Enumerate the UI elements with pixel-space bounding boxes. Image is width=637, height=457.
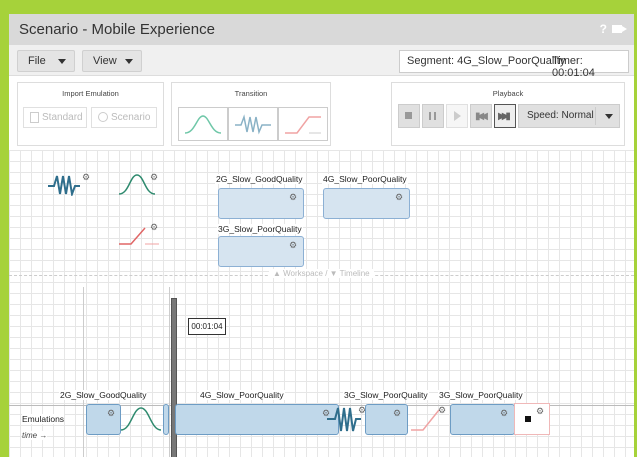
playhead-time: 00:01:04 — [188, 318, 226, 335]
wave-icon — [235, 114, 271, 135]
segment-label: 4G_Slow_PoorQuality — [199, 390, 285, 400]
help-icon[interactable]: ? — [600, 22, 607, 36]
scenario-window: Scenario - Mobile Experience ? File View… — [9, 14, 634, 457]
gear-icon[interactable]: ⚙ — [289, 193, 297, 202]
transition-panel-title: Transition — [234, 89, 268, 98]
gear-icon[interactable]: ⚙ — [438, 406, 446, 415]
library-box-3g[interactable]: ⚙ — [218, 236, 304, 267]
title-icons: ? — [600, 22, 627, 36]
speed-label: Speed: Normal — [527, 110, 594, 121]
timeline-segment-3g-b[interactable]: ⚙ — [450, 404, 515, 435]
file-menu-label: File — [28, 55, 46, 67]
window-title: Scenario - Mobile Experience — [19, 21, 215, 38]
chevron-down-icon — [605, 114, 613, 119]
import-scenario-label: Scenario — [111, 112, 151, 123]
gear-icon[interactable]: ⚙ — [107, 409, 115, 418]
bell-transition-icon[interactable] — [119, 402, 163, 434]
gear-icon[interactable]: ⚙ — [395, 193, 403, 202]
gear-icon[interactable]: ⚙ — [393, 409, 401, 418]
import-emulation-panel: Import Emulation Standard Scenario — [17, 82, 164, 146]
gear-icon[interactable]: ⚙ — [150, 173, 158, 182]
timeline-segment-2g[interactable]: ⚙ — [86, 404, 121, 435]
timeline-segment-4g[interactable]: ⚙ — [175, 404, 339, 435]
stop-marker-icon — [525, 416, 531, 422]
segment-label: 3G_Slow_PoorQuality — [438, 390, 524, 400]
scenario-icon — [98, 112, 108, 122]
file-menu-button[interactable]: File — [17, 50, 75, 72]
timeline-end-marker[interactable]: ⚙ — [514, 403, 550, 435]
library-box-2g[interactable]: ⚙ — [218, 188, 304, 219]
segment-label: 3G_Slow_PoorQuality — [343, 390, 429, 400]
menu-bar: File View Segment: 4G_Slow_PoorQuality T… — [9, 45, 634, 79]
pause-icon — [429, 112, 431, 120]
document-icon — [30, 112, 39, 123]
gear-icon[interactable]: ⚙ — [500, 409, 508, 418]
view-menu-label: View — [93, 55, 117, 67]
import-panel-title: Import Emulation — [62, 89, 119, 98]
time-axis-label: time → — [22, 431, 48, 440]
stop-button[interactable] — [398, 104, 420, 128]
chevron-down-icon — [125, 59, 133, 64]
library-label: 2G_Slow_GoodQuality — [215, 174, 304, 184]
skip-back-icon: ▮◀◀ — [475, 111, 488, 122]
skip-back-button[interactable]: ▮◀◀ — [470, 104, 492, 128]
toolbar-area: Import Emulation Standard Scenario Trans… — [9, 76, 634, 150]
gear-icon[interactable]: ⚙ — [150, 223, 158, 232]
chevron-down-icon — [58, 59, 66, 64]
segment-status: Segment: 4G_Slow_PoorQuality — [407, 55, 566, 67]
play-icon — [454, 111, 461, 121]
stop-icon — [405, 112, 412, 119]
skip-forward-icon: ▶▶▮ — [498, 111, 511, 122]
camera-icon[interactable] — [612, 25, 627, 33]
gear-icon[interactable]: ⚙ — [289, 241, 297, 250]
import-standard-label: Standard — [42, 112, 83, 123]
wave-transition-button[interactable] — [228, 107, 278, 141]
bell-transition-button[interactable] — [178, 107, 228, 141]
gear-icon[interactable]: ⚙ — [82, 173, 90, 182]
library-box-4g[interactable]: ⚙ — [323, 188, 410, 219]
workspace-timeline-label: ▲ Workspace / ▼ Timeline — [269, 269, 374, 278]
segment-status-box: Segment: 4G_Slow_PoorQuality Timer: 00:0… — [399, 50, 629, 79]
library-label: 4G_Slow_PoorQuality — [322, 174, 408, 184]
playback-panel: Playback ▮◀◀ ▶▶▮ Speed: Normal — [391, 82, 625, 146]
view-menu-button[interactable]: View — [82, 50, 142, 72]
workspace-canvas[interactable]: ⚙ ⚙ ⚙ 2G_Slow_GoodQuality ⚙ 4G_Slow_Poor… — [9, 150, 634, 457]
gear-icon[interactable]: ⚙ — [536, 407, 544, 416]
title-bar: Scenario - Mobile Experience ? — [9, 14, 634, 45]
playback-panel-title: Playback — [492, 89, 524, 98]
import-standard-button[interactable]: Standard — [23, 107, 87, 128]
play-button[interactable] — [446, 104, 468, 128]
ramp-transition-icon[interactable] — [409, 404, 453, 434]
speed-select[interactable]: Speed: Normal — [518, 104, 620, 128]
transition-panel: Transition — [171, 82, 331, 146]
segment-label: 2G_Slow_GoodQuality — [59, 390, 148, 400]
timeline-segment-3g-a[interactable]: ⚙ — [365, 404, 408, 435]
import-scenario-button[interactable]: Scenario — [91, 107, 157, 128]
ramp-transition-button[interactable] — [278, 107, 328, 141]
bell-curve-icon — [184, 115, 222, 134]
skip-forward-button[interactable]: ▶▶▮ — [494, 104, 516, 128]
ramp-icon — [285, 116, 321, 134]
library-label: 3G_Slow_PoorQuality — [217, 224, 303, 234]
emulations-row-label: Emulations — [22, 414, 65, 424]
pause-button[interactable] — [422, 104, 444, 128]
